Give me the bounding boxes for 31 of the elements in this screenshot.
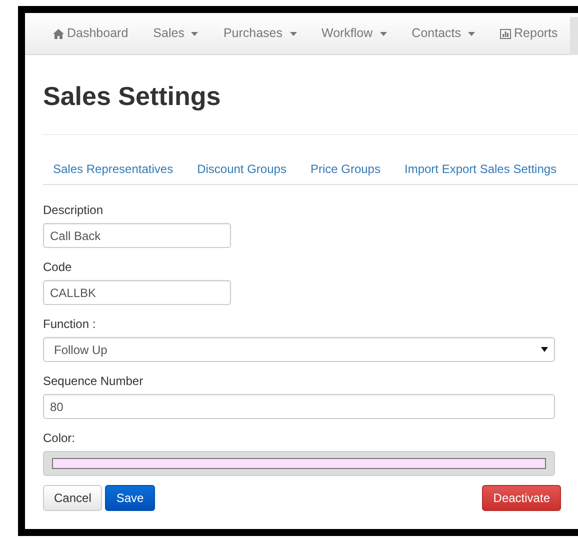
dropdown-arrow-icon (541, 347, 548, 352)
input-field[interactable]: CALLBK (43, 280, 231, 306)
tab-link[interactable]: Discount Groups (197, 160, 286, 178)
field-label: Sequence Number (43, 373, 144, 390)
page-title: Sales Settings (43, 81, 222, 112)
nav-link[interactable]: Contacts (412, 24, 476, 43)
input-field[interactable]: 80 (43, 394, 555, 420)
field-label: Function : (43, 316, 97, 334)
input-field[interactable]: Call Back (43, 223, 231, 248)
bar-chart-icon (500, 28, 512, 38)
nav-link[interactable]: Sales (153, 24, 198, 43)
tab-link[interactable]: Import Export Sales Settings (404, 160, 557, 178)
caret-icon (468, 32, 476, 36)
tab-link[interactable]: Sales Representatives (53, 160, 174, 178)
deactivate-button[interactable]: Deactivate (482, 485, 561, 512)
home-icon (53, 28, 64, 38)
nav-link[interactable]: Reports (500, 24, 558, 43)
cancel-button[interactable]: Cancel (43, 485, 102, 512)
nav-link[interactable]: Purchases (223, 24, 296, 43)
save-button[interactable]: Save (105, 485, 155, 512)
nav-link[interactable]: Workflow (322, 24, 387, 43)
color-field[interactable] (43, 451, 555, 476)
caret-icon (290, 32, 296, 36)
field-label: Color: (43, 430, 76, 448)
tab-link[interactable]: Price Groups (310, 160, 380, 178)
select-field[interactable]: Follow Up (43, 337, 555, 362)
field-label: Code (43, 259, 73, 276)
caret-icon (191, 32, 198, 36)
caret-icon (380, 32, 387, 36)
nav-link[interactable]: Dashboard (53, 24, 128, 43)
field-label: Description (43, 202, 104, 220)
